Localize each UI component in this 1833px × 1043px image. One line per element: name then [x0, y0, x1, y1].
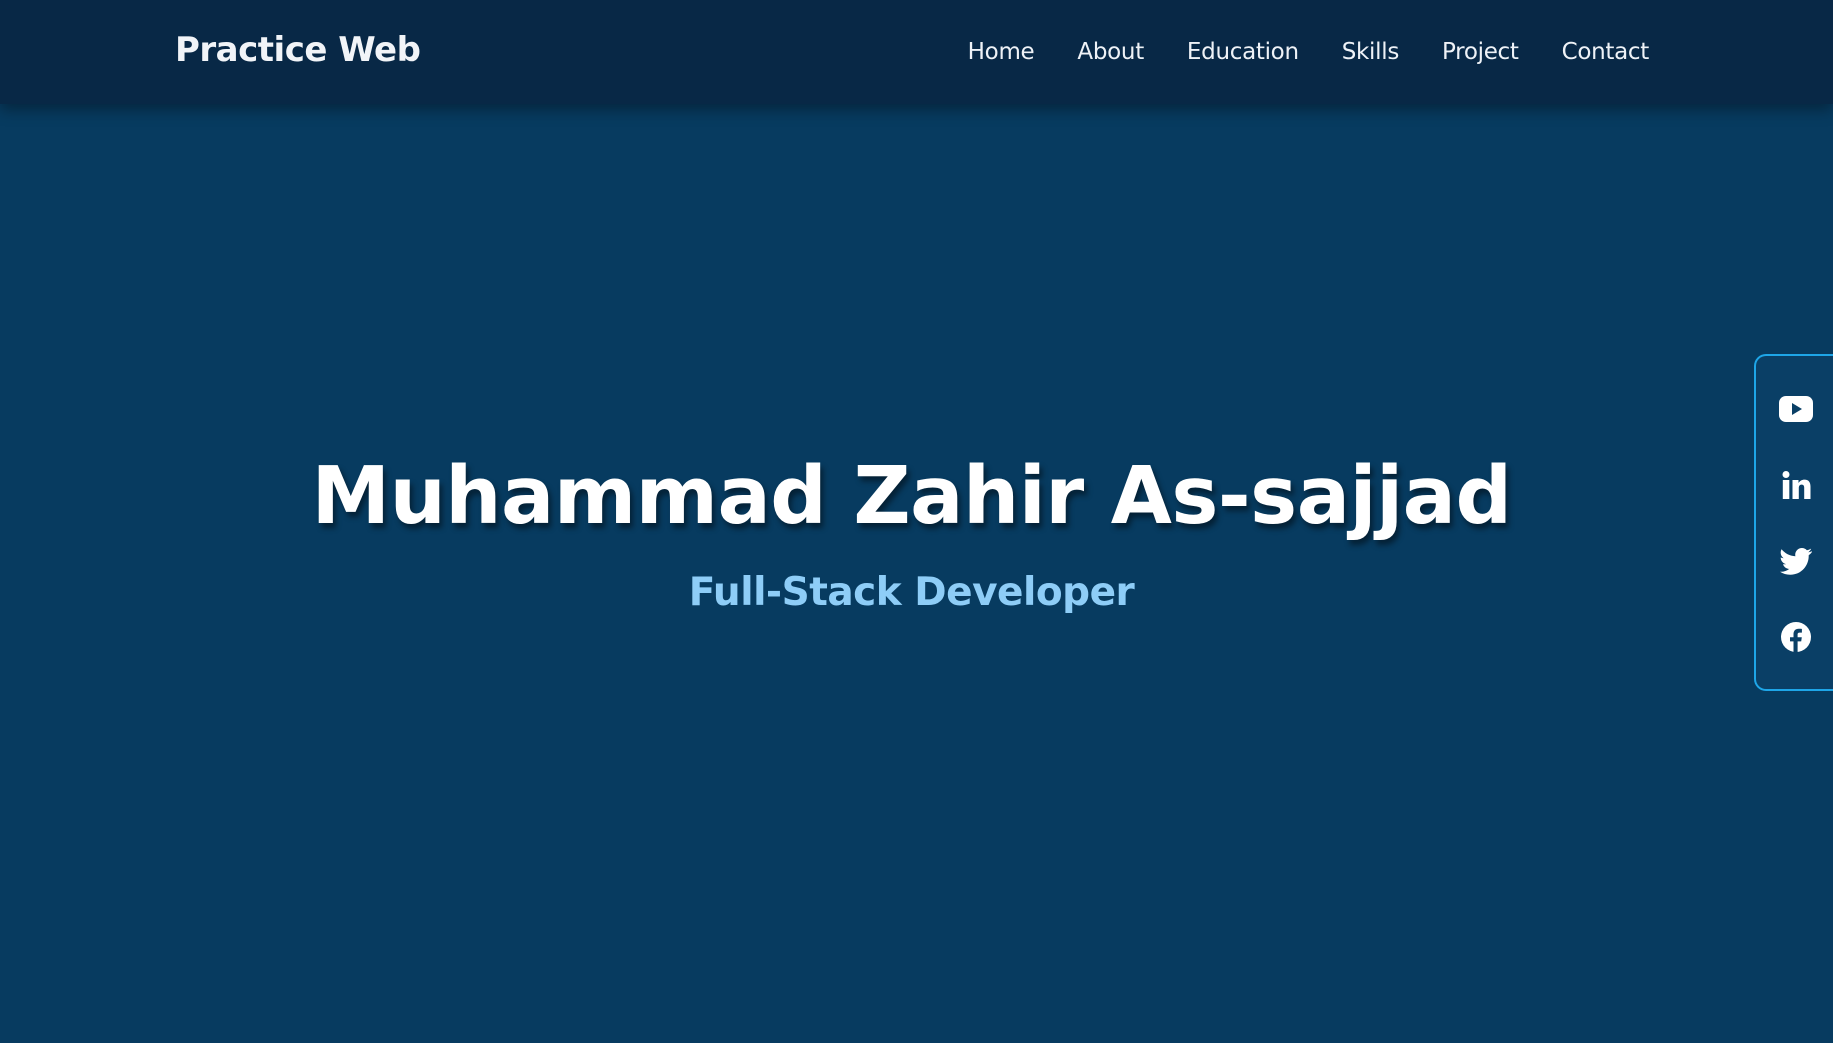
nav-link-home[interactable]: Home	[968, 39, 1035, 65]
youtube-icon	[1779, 396, 1813, 422]
nav-link-contact[interactable]: Contact	[1562, 39, 1650, 65]
hero-name: Muhammad Zahir As-sajjad	[311, 450, 1512, 542]
linkedin-icon	[1781, 470, 1811, 500]
hero-section: Muhammad Zahir As-sajjad Full-Stack Deve…	[0, 104, 1833, 1043]
twitter-link[interactable]	[1776, 541, 1816, 581]
nav-link-education[interactable]: Education	[1187, 39, 1299, 65]
facebook-icon	[1781, 622, 1811, 652]
nav-link-skills[interactable]: Skills	[1342, 39, 1400, 65]
youtube-link[interactable]	[1776, 389, 1816, 429]
facebook-link[interactable]	[1776, 617, 1816, 657]
twitter-icon	[1780, 547, 1812, 575]
linkedin-link[interactable]	[1776, 465, 1816, 505]
navbar: Practice Web Home About Education Skills…	[0, 0, 1833, 104]
nav-links: Home About Education Skills Project Cont…	[968, 0, 1650, 104]
hero-role: Full-Stack Developer	[688, 570, 1135, 615]
nav-link-project[interactable]: Project	[1442, 39, 1519, 65]
brand-logo[interactable]: Practice Web	[175, 30, 421, 70]
social-sidebar	[1754, 354, 1833, 691]
nav-link-about[interactable]: About	[1077, 39, 1144, 65]
